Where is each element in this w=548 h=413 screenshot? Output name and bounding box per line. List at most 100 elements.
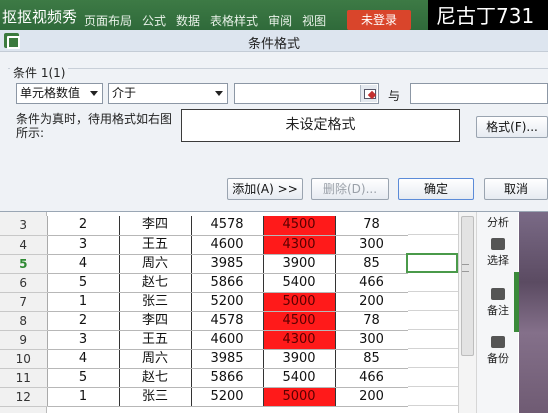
condition-type-select[interactable]: 单元格数值 — [16, 83, 103, 104]
cell-amount[interactable]: 4600 — [191, 235, 264, 255]
row-number[interactable]: 7 — [0, 292, 48, 312]
watermark-left: 抠抠视频秀 — [2, 8, 78, 26]
gridline — [408, 311, 458, 330]
value2-input[interactable] — [410, 83, 548, 104]
side-item-backup[interactable]: 备份 — [477, 336, 519, 366]
cell-difference[interactable]: 466 — [335, 273, 409, 293]
cell-amount[interactable]: 5200 — [191, 292, 264, 312]
row-number[interactable]: 3 — [0, 216, 48, 236]
cell-value[interactable]: 5000 — [263, 387, 336, 407]
cell-value[interactable]: 4300 — [263, 235, 336, 255]
row-number[interactable]: 6 — [0, 273, 48, 293]
cell-difference[interactable]: 466 — [335, 368, 409, 388]
table-row: 12 1 张三 5200 5000 200 — [0, 387, 409, 407]
ok-button[interactable]: 确定 — [398, 178, 474, 200]
cell-value[interactable]: 5400 — [263, 368, 336, 388]
cell-value[interactable]: 4500 — [263, 311, 336, 331]
side-item-label: 备注 — [487, 304, 509, 317]
cell-value[interactable]: 5400 — [263, 273, 336, 293]
cell-amount[interactable]: 4600 — [191, 330, 264, 350]
add-button[interactable]: 添加(A) >> — [227, 178, 303, 200]
cell-value[interactable]: 3900 — [263, 254, 336, 274]
gridline — [408, 216, 458, 235]
format-button[interactable]: 格式(F)... — [476, 116, 548, 138]
cell-amount[interactable]: 4578 — [191, 216, 264, 236]
row-number[interactable]: 12 — [0, 387, 48, 407]
cell-name[interactable]: 张三 — [119, 387, 192, 407]
cell-amount[interactable]: 5866 — [191, 368, 264, 388]
delete-button[interactable]: 删除(D)... — [311, 178, 389, 200]
conditional-format-dialog: 条件格式 条件 1(1) 单元格数值 介于 与 条件为真时，待用格式如右图所示:… — [0, 30, 548, 212]
range-picker-icon[interactable] — [360, 85, 377, 102]
cell-name[interactable]: 李四 — [119, 216, 192, 236]
cell-name[interactable]: 张三 — [119, 292, 192, 312]
cell-amount[interactable]: 3985 — [191, 349, 264, 369]
ribbon-tab[interactable]: 数据 — [176, 12, 200, 29]
table-row: 3 2 李四 4578 4500 78 — [0, 216, 409, 236]
side-item-analyze[interactable]: 分析 — [477, 214, 519, 230]
cell-name[interactable]: 王五 — [119, 330, 192, 350]
cell-index[interactable]: 5 — [47, 368, 120, 388]
selected-cell[interactable] — [406, 253, 458, 273]
value1-input[interactable] — [234, 83, 379, 104]
desktop-wallpaper-edge — [519, 212, 548, 413]
cell-difference[interactable]: 200 — [335, 292, 409, 312]
cell-name[interactable]: 赵七 — [119, 273, 192, 293]
ribbon-tab[interactable]: 视图 — [302, 12, 326, 29]
dialog-titlebar[interactable]: 条件格式 — [0, 30, 548, 52]
cell-index[interactable]: 4 — [47, 254, 120, 274]
side-item-label: 备份 — [487, 352, 509, 365]
row-number[interactable]: 5 — [0, 254, 48, 274]
cell-difference[interactable]: 300 — [335, 235, 409, 255]
side-item-note[interactable]: 备注 — [477, 288, 519, 318]
side-item-label: 选择 — [487, 254, 509, 267]
cell-value[interactable]: 3900 — [263, 349, 336, 369]
cell-amount[interactable]: 5200 — [191, 387, 264, 407]
cell-amount[interactable]: 5866 — [191, 273, 264, 293]
cancel-button[interactable]: 取消 — [484, 178, 548, 200]
cell-name[interactable]: 李四 — [119, 311, 192, 331]
side-item-select[interactable]: 选择 — [477, 238, 519, 268]
cell-index[interactable]: 5 — [47, 273, 120, 293]
cell-index[interactable]: 2 — [47, 216, 120, 236]
cell-difference[interactable]: 300 — [335, 330, 409, 350]
row-number[interactable]: 11 — [0, 368, 48, 388]
row-number[interactable]: 4 — [0, 235, 48, 255]
row-number[interactable]: 9 — [0, 330, 48, 350]
cell-value[interactable]: 4300 — [263, 330, 336, 350]
backup-icon — [491, 336, 505, 348]
table-row: 5 4 周六 3985 3900 85 — [0, 254, 409, 274]
cell-name[interactable]: 王五 — [119, 235, 192, 255]
operator-select[interactable]: 介于 — [108, 83, 228, 104]
cell-difference[interactable]: 78 — [335, 216, 409, 236]
cell-difference[interactable]: 78 — [335, 311, 409, 331]
cell-index[interactable]: 2 — [47, 311, 120, 331]
cell-difference[interactable]: 85 — [335, 349, 409, 369]
cell-index[interactable]: 1 — [47, 292, 120, 312]
ribbon-tab[interactable]: 审阅 — [268, 12, 292, 29]
cell-name[interactable]: 赵七 — [119, 368, 192, 388]
cell-amount[interactable]: 3985 — [191, 254, 264, 274]
condition-group-label: 条件 1(1) — [10, 64, 69, 81]
cell-index[interactable]: 4 — [47, 349, 120, 369]
cell-index[interactable]: 1 — [47, 387, 120, 407]
ribbon-tab[interactable]: 页面布局 — [84, 12, 132, 29]
cell-index[interactable]: 3 — [47, 330, 120, 350]
cell-difference[interactable]: 85 — [335, 254, 409, 274]
cell-name[interactable]: 周六 — [119, 254, 192, 274]
cell-index[interactable]: 3 — [47, 235, 120, 255]
vertical-scrollbar[interactable] — [458, 212, 476, 413]
login-button[interactable]: 未登录 — [347, 10, 411, 30]
gridline — [408, 368, 458, 387]
ribbon-tab[interactable]: 表格样式 — [210, 12, 258, 29]
cell-name[interactable]: 周六 — [119, 349, 192, 369]
ribbon-tab[interactable]: 公式 — [142, 12, 166, 29]
cell-difference[interactable]: 200 — [335, 387, 409, 407]
row-number[interactable]: 8 — [0, 311, 48, 331]
cell-value[interactable]: 5000 — [263, 292, 336, 312]
cell-amount[interactable]: 4578 — [191, 311, 264, 331]
scrollbar-thumb[interactable] — [461, 216, 474, 356]
ribbon-tabs: 页面布局 公式 数据 表格样式 审阅 视图 — [84, 12, 326, 29]
cell-value[interactable]: 4500 — [263, 216, 336, 236]
row-number[interactable]: 10 — [0, 349, 48, 369]
